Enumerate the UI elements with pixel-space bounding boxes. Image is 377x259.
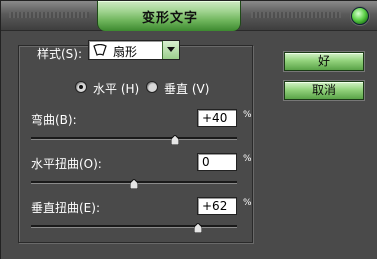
title-bar-grip-right — [251, 12, 341, 18]
title-tab: 变形文字 — [97, 1, 241, 31]
vertical-distortion-slider[interactable] — [31, 223, 237, 233]
bend-slider-track[interactable] — [31, 137, 237, 140]
horizontal-distortion-label: 水平扭曲(O): — [31, 157, 102, 171]
vertical-distortion-label: 垂直扭曲(E): — [31, 201, 100, 215]
vertical-distortion-input[interactable]: +62 — [197, 197, 237, 215]
bend-unit: % — [243, 110, 252, 120]
horizontal-distortion-input[interactable]: 0 — [197, 153, 237, 171]
vertical-distortion-slider-thumb[interactable] — [193, 223, 202, 233]
dialog-content: 样式(S): 扇形 水平 (H) 垂直 (V) 弯曲(B): +40 % 水平扭… — [1, 31, 377, 259]
cancel-button[interactable]: 取消 — [284, 81, 364, 100]
bend-slider[interactable] — [31, 135, 237, 145]
ok-button[interactable]: 好 — [284, 52, 364, 71]
vertical-distortion-slider-track[interactable] — [31, 225, 237, 228]
bend-slider-thumb[interactable] — [171, 135, 180, 145]
radio-selected-icon[interactable] — [75, 81, 87, 93]
arc-shape-icon — [93, 43, 107, 56]
vertical-distortion-value: +62 — [202, 199, 228, 213]
style-dropdown[interactable]: 扇形 — [88, 40, 180, 60]
horizontal-radio-label: 水平 (H) — [93, 82, 140, 96]
style-selected-value: 扇形 — [113, 45, 138, 59]
horizontal-distortion-unit: % — [243, 154, 252, 164]
radio-unselected-icon[interactable] — [146, 81, 158, 93]
vertical-distortion-unit: % — [243, 198, 252, 208]
close-button[interactable] — [351, 7, 369, 25]
bend-input[interactable]: +40 — [197, 109, 237, 127]
bend-value: +40 — [202, 111, 228, 125]
style-label: 样式(S): — [37, 47, 83, 61]
dialog-title: 变形文字 — [141, 11, 198, 26]
warp-text-dialog: 变形文字 样式(S): 扇形 水平 (H) 垂直 (V) 弯曲(B): +40 … — [0, 0, 377, 259]
title-bar-grip-left — [9, 12, 89, 18]
title-bar[interactable]: 变形文字 — [1, 1, 377, 31]
vertical-radio-label: 垂直 (V) — [164, 82, 210, 96]
horizontal-distortion-value: 0 — [202, 155, 210, 169]
chevron-down-icon[interactable] — [162, 41, 179, 59]
horizontal-distortion-slider-thumb[interactable] — [130, 179, 138, 189]
bend-label: 弯曲(B): — [31, 113, 77, 127]
horizontal-distortion-slider[interactable] — [31, 179, 237, 189]
